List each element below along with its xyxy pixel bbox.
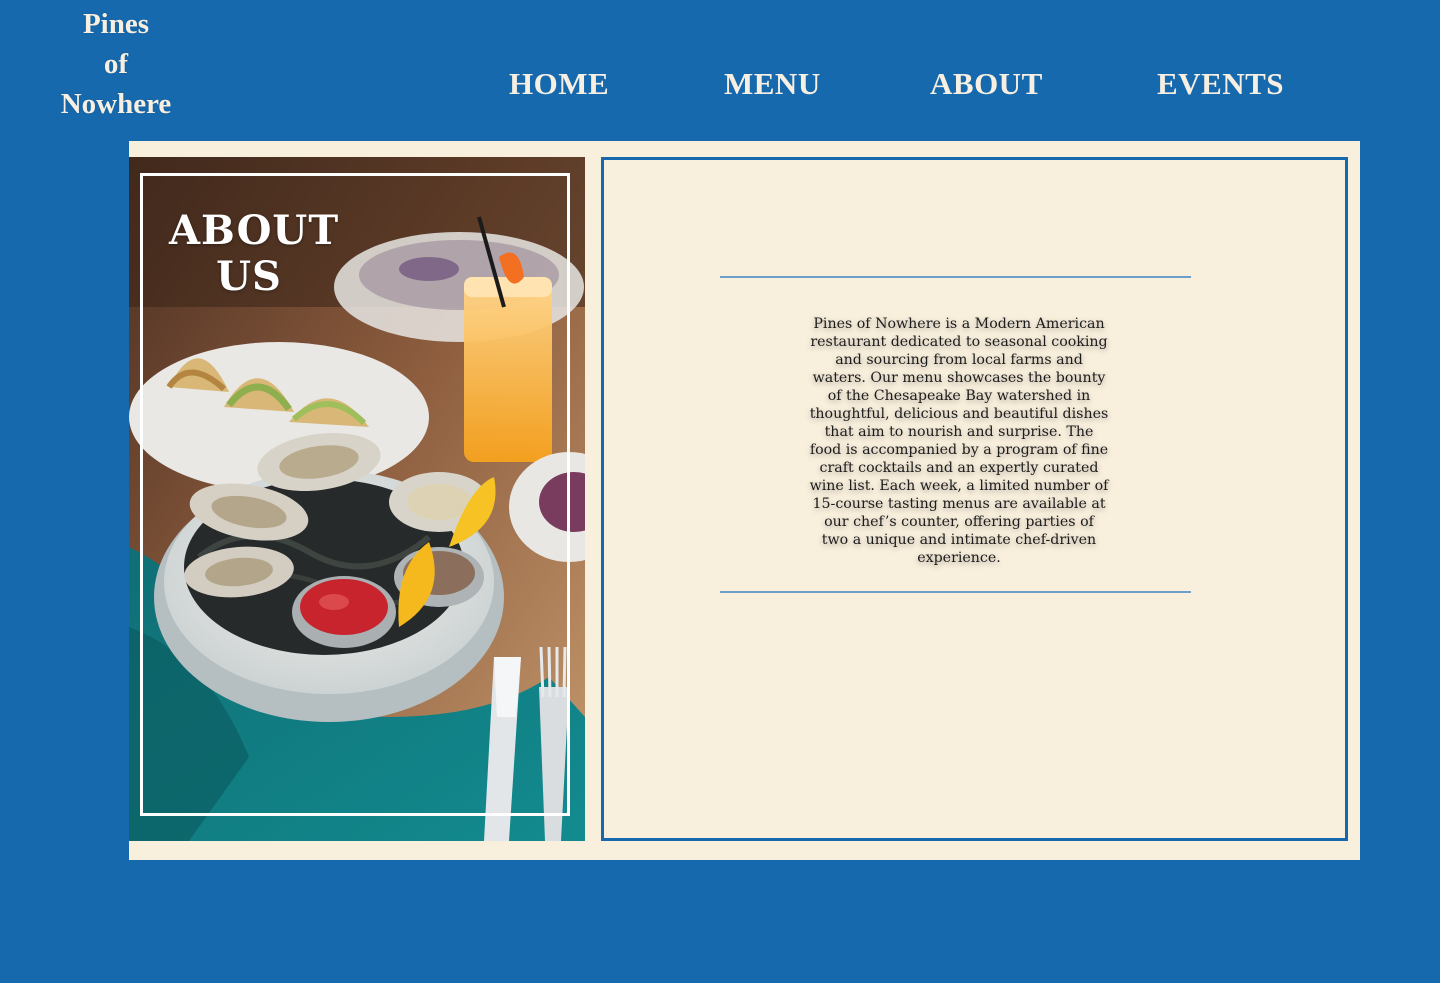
about-title: ABOUT US	[169, 206, 340, 300]
about-text-box: Pines of Nowhere is a Modern American re…	[601, 157, 1348, 841]
brand-name-line: Pines	[82, 8, 150, 40]
about-title-line: US	[216, 252, 282, 300]
about-section: ABOUT US Pines of Nowhere is a Modern Am…	[129, 141, 1360, 860]
divider-top	[720, 276, 1191, 278]
about-description: Pines of Nowhere is a Modern American re…	[809, 316, 1109, 566]
divider-bottom	[720, 591, 1191, 593]
nav-link-about[interactable]: ABOUT	[930, 62, 1043, 106]
about-title-line: ABOUT	[169, 206, 340, 254]
nav-link-home[interactable]: HOME	[509, 62, 609, 106]
food-photo: ABOUT US	[129, 157, 585, 841]
nav-link-events[interactable]: EVENTS	[1157, 62, 1284, 106]
main-nav: HOME MENU ABOUT EVENTS	[0, 62, 1440, 106]
nav-link-menu[interactable]: MENU	[724, 62, 821, 106]
